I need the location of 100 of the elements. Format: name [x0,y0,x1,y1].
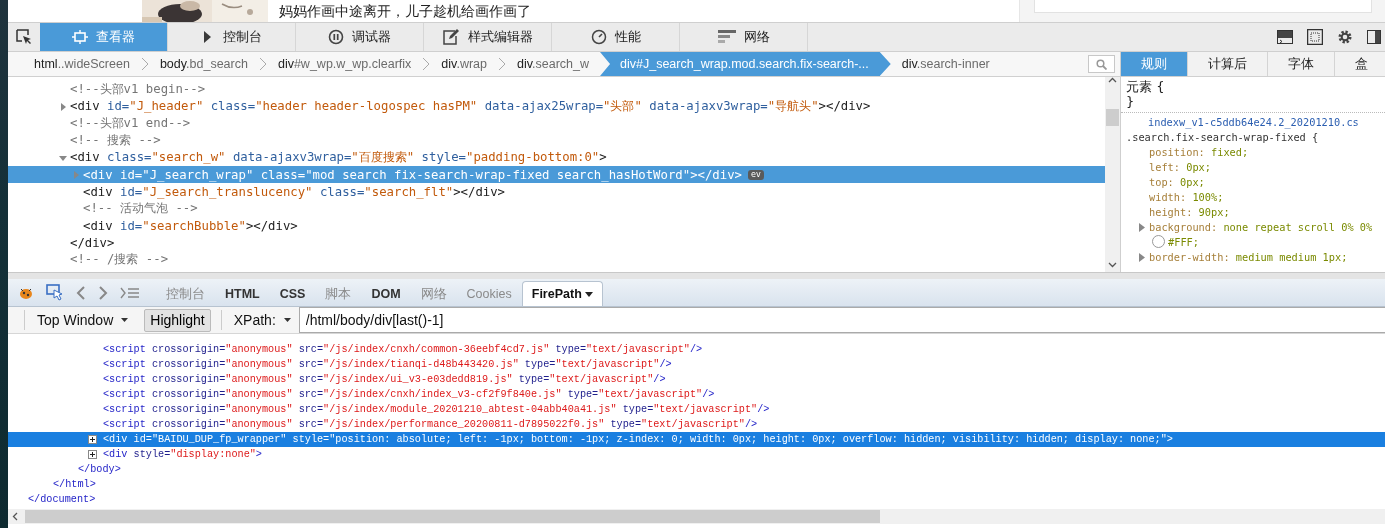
code-line: <div id="searchBubble"></div> [83,218,298,233]
settings-icon[interactable] [1337,29,1353,45]
caret-icon[interactable] [585,291,594,297]
event-badge[interactable]: ev [747,169,764,180]
chevron-separator-icon [498,57,506,71]
tree-row[interactable]: <!-- 活动气泡 --> [8,200,1105,217]
expand-triangle-icon[interactable] [58,101,68,112]
devtools-tab[interactable]: 网络 [680,23,808,51]
rule-brace: } [1126,94,1136,109]
breadcrumb[interactable]: body.bd_search [148,52,259,76]
tree-row[interactable]: <!-- 搜索 --> [8,132,1105,149]
gauge-icon[interactable] [590,29,607,45]
rule-selector: 元素 { [1126,79,1166,94]
css-declaration[interactable]: position: fixed; [1149,145,1249,160]
plus-box-icon[interactable] [88,450,97,459]
tree-row[interactable]: </html> [8,477,1385,492]
css-declaration[interactable]: border-width: medium medium 1px; [1149,250,1348,265]
command-line-icon[interactable] [120,286,140,299]
tree-row[interactable]: <script crossorigin="anonymous" src="/js/index/ui_v3-e03dedd819.js" type="text/javascript"/> [8,372,1385,387]
code-line: <div id="J_header" class="header header-logospec hasPM" data-ajax25wrap="头部" data-ajaxv3wrap="导航头"></div> [70,98,871,115]
tree-row[interactable]: </div> [8,234,1105,251]
panel-tab[interactable]: HTML [215,281,270,306]
tree-row[interactable]: <div style="display:none"> [8,447,1385,462]
article-headline[interactable]: 妈妈作画中途离开，儿子趁机给画作画了 [279,0,531,22]
code-line: <script crossorigin="anonymous" src="/js/index/performance_20200811-d7895022f0.js" type="text/javascript"/> [103,419,758,430]
tree-row[interactable]: <script crossorigin="anonymous" src="/js/index/module_20201210_abtest-04abb40a41.js" type="text/javascript"/> [8,402,1385,417]
tree-row[interactable]: </body> [8,462,1385,477]
breadcrumb[interactable]: html..wideScreen [23,52,141,76]
expand-triangle-icon[interactable] [1139,253,1145,262]
devtools-tab[interactable]: 样式编辑器 [424,23,552,51]
code-line: <script crossorigin="anonymous" src="/js/index/ui_v3-e03dedd819.js" type="text/javascript"/> [103,374,666,385]
caret-icon [121,318,129,322]
tree-row[interactable]: <!--头部v1 begin--> [8,81,1105,98]
breadcrumb[interactable]: div.search_w [506,52,601,76]
tree-row[interactable]: <script crossorigin="anonymous" src="/js/index/cnxh/common-36eebf4cd7.js" type="text/javascript"/> [8,342,1385,357]
console-panel-icon[interactable] [1277,30,1293,44]
code-line: </body> [78,464,121,475]
pencil-page-icon[interactable] [442,28,460,46]
sidebar-tab[interactable]: 字体 [1268,52,1335,76]
tree-row[interactable]: <div id="J_search_wrap" class="mod search fix-search-wrap-fixed search_hasHotWord"></div> ev [8,166,1105,183]
xpath-dropdown[interactable]: XPath: [225,308,299,332]
devtools-tab[interactable]: 调试器 [296,23,424,51]
tree-row[interactable]: <!--头部v1 end--> [8,115,1105,132]
tree-row[interactable]: <!-- /搜索 --> [8,251,1105,268]
frame-dropdown[interactable]: Top Window [29,308,137,332]
chevron-separator-icon [140,57,149,71]
sidebar-tab[interactable]: 盒 [1335,52,1385,76]
inspector-icon[interactable] [72,29,88,45]
css-declaration[interactable]: top: 0px; [1149,175,1205,190]
breadcrumb[interactable]: div.search-inner [890,52,1001,76]
scroll-up-icon[interactable] [1108,77,1117,83]
scroll-left-icon[interactable] [12,512,18,521]
panel-tab[interactable]: CSS [269,281,316,306]
horizontal-scrollbar[interactable] [8,509,1385,524]
css-declaration[interactable]: width: 100%; [1149,190,1224,205]
breadcrumb[interactable]: div#w_wp.w_wp.clearfix [266,52,423,76]
code-line: <div id="J_search_wrap" class="mod search fix-search-wrap-fixed search_hasHotWord"></div> [83,167,742,182]
pause-icon[interactable] [328,29,344,45]
code-line: <!-- /搜索 --> [70,251,169,268]
css-declaration[interactable]: background: none repeat scroll 0% 0% #FFF; [1149,220,1385,250]
sidebar-tab[interactable]: 计算后 [1188,52,1268,76]
tree-row[interactable]: <script crossorigin="anonymous" src="/js/index/performance_20200811-d7895022f0.js" type="text/javascript"/> [8,417,1385,432]
devtools-tab[interactable]: 控制台 [168,23,296,51]
expand-triangle-icon[interactable] [1139,223,1145,232]
pick-element-icon[interactable] [16,29,32,45]
tree-row[interactable]: <div id="searchBubble"></div> [8,217,1105,234]
css-declaration[interactable]: height: 90px; [1149,205,1230,220]
search-icon[interactable] [1096,58,1107,70]
code-line: <script crossorigin="anonymous" src="/js/index/cnxh/index_v3-cf2f9f840e.js" type="text/javascript"/> [103,389,715,400]
bars-icon[interactable] [717,30,736,44]
back-icon[interactable] [76,285,86,300]
tree-row[interactable]: <div id="BAIDU_DUP_fp_wrapper" style="position: absolute; left: -1px; bottom: -1px; z-index: 0; width: 0px; height: 0px; overflow: hidden; visibility: hidden; display: none;"> [8,432,1385,447]
stylesheet-link[interactable]: indexw_v1-c5ddb64e24.2_20201210.cs [1126,115,1385,130]
inspect-icon[interactable] [46,283,64,302]
plus-box-icon[interactable] [88,435,97,444]
tree-row[interactable]: <div id="J_header" class="header header-logospec hasPM" data-ajax25wrap="头部" data-ajaxv3wrap="导航头"></div> [8,98,1105,115]
scrollbar[interactable] [1105,77,1120,272]
tree-row[interactable]: <script crossorigin="anonymous" src="/js/index/cnxh/index_v3-cf2f9f840e.js" type="text/javascript"/> [8,387,1385,402]
highlight-button[interactable]: Highlight [144,308,211,332]
xpath-field[interactable]: /html/body/div[last()-1] [298,307,1385,333]
devtools-tab[interactable]: 性能 [552,23,680,51]
code-line: </document> [28,494,96,505]
scroll-thumb[interactable] [1106,109,1119,126]
search-button[interactable] [1088,55,1115,73]
panel-tab[interactable]: FirePath [521,281,604,306]
css-declaration[interactable]: left: 0px; [1149,160,1211,175]
code-line: <div class="search_w" data-ajaxv3wrap="百度搜索" style="padding-bottom:0"> [70,149,607,166]
scroll-down-icon[interactable] [1108,262,1117,268]
scroll-thumb[interactable] [25,510,880,523]
rule-selector: .search.fix-search-wrap-fixed { [1126,130,1320,145]
tree-row[interactable]: <div class="search_w" data-ajaxv3wrap="百度搜索" style="padding-bottom:0"> [8,149,1105,166]
tree-row[interactable]: <div id="J_search_translucency" class="search_flt"></div> [8,183,1105,200]
dock-side-icon[interactable] [1367,30,1381,44]
breadcrumb[interactable]: div.wrap [430,52,498,76]
tree-row[interactable]: <script crossorigin="anonymous" src="/js/index/tianqi-d48b443420.js" type="text/javascript"/> [8,357,1385,372]
tree-row[interactable]: </document> [8,492,1385,507]
caret-icon [283,318,291,322]
forward-icon[interactable] [98,285,108,300]
panel-tab[interactable]: DOM [361,281,411,306]
responsive-view-icon[interactable] [1307,29,1323,45]
